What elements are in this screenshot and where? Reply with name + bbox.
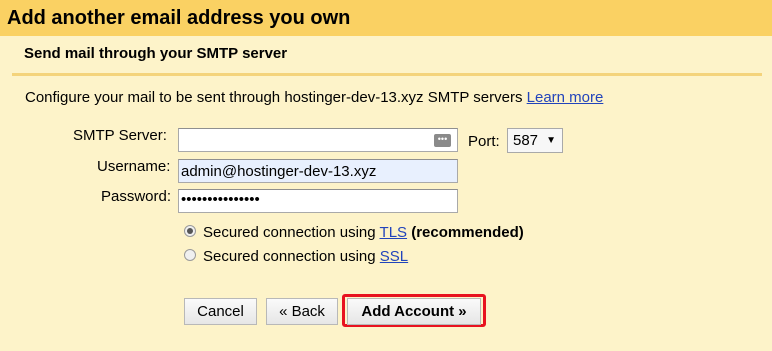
- tls-radio[interactable]: [184, 225, 196, 237]
- ssl-radio[interactable]: [184, 249, 196, 261]
- port-select[interactable]: 587 ▼: [507, 128, 563, 153]
- port-value: 587: [513, 132, 539, 149]
- tls-recommended: (recommended): [411, 224, 524, 241]
- password-value: •••••••••••••••: [181, 191, 260, 208]
- password-label: Password:: [101, 188, 172, 205]
- username-label: Username:: [97, 158, 171, 175]
- ssl-option[interactable]: Secured connection using SSL: [203, 248, 408, 265]
- add-account-button[interactable]: Add Account »: [347, 298, 481, 325]
- tls-option[interactable]: Secured connection using TLS (recommende…: [203, 224, 524, 241]
- password-input[interactable]: •••••••••••••••: [178, 189, 458, 213]
- ssl-link[interactable]: SSL: [380, 248, 408, 265]
- username-input[interactable]: admin@hostinger-dev-13.xyz: [178, 159, 458, 183]
- title-bar: Add another email address you own: [0, 0, 772, 36]
- cancel-button[interactable]: Cancel: [184, 298, 257, 325]
- back-button[interactable]: « Back: [266, 298, 338, 325]
- password-manager-icon[interactable]: •••: [434, 134, 451, 147]
- dialog-subtitle: Send mail through your SMTP server: [24, 45, 288, 62]
- port-label: Port:: [468, 133, 500, 150]
- dropdown-arrow-icon: ▼: [546, 135, 556, 146]
- tls-link[interactable]: TLS: [380, 224, 408, 241]
- divider: [12, 73, 762, 76]
- tls-prefix: Secured connection using: [203, 224, 376, 241]
- learn-more-link[interactable]: Learn more: [527, 89, 604, 106]
- smtp-server-input[interactable]: •••: [178, 128, 458, 152]
- description-text: Configure your mail to be sent through h…: [25, 89, 523, 106]
- dialog-title: Add another email address you own: [7, 7, 351, 29]
- description: Configure your mail to be sent through h…: [25, 89, 603, 106]
- username-value: admin@hostinger-dev-13.xyz: [181, 163, 377, 180]
- smtp-server-label: SMTP Server:: [73, 127, 167, 144]
- ssl-prefix: Secured connection using: [203, 248, 376, 265]
